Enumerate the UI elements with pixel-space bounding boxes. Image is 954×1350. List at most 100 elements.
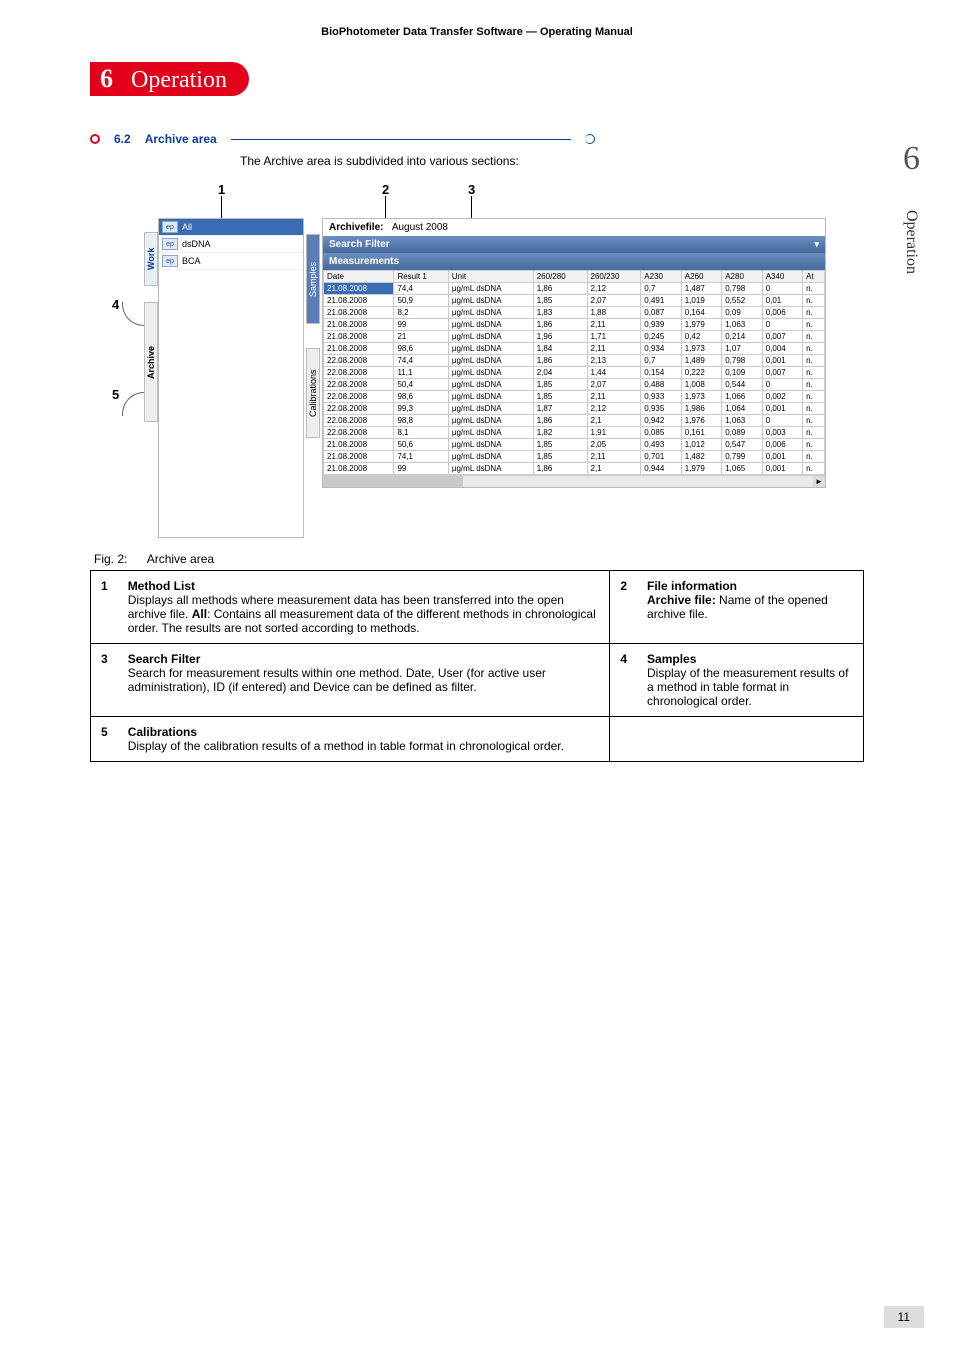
table-cell: 0,245 — [641, 331, 681, 343]
table-row[interactable]: 22.08.200899,3µg/mL dsDNA1,872,120,9351,… — [324, 403, 825, 415]
section-title: Archive area — [145, 132, 217, 146]
table-row[interactable]: 22.08.200898,6µg/mL dsDNA1,852,110,9331,… — [324, 391, 825, 403]
legend-bold: All — [192, 607, 207, 621]
vtab-archive[interactable]: Archive — [144, 302, 158, 422]
table-cell: n. — [803, 319, 825, 331]
table-row[interactable]: 21.08.200899µg/mL dsDNA1,862,110,9391,97… — [324, 319, 825, 331]
table-cell: 1,85 — [533, 379, 587, 391]
table-cell: µg/mL dsDNA — [448, 343, 533, 355]
table-row[interactable]: 22.08.200898,8µg/mL dsDNA1,862,10,9421,9… — [324, 415, 825, 427]
table-cell: 0,109 — [722, 367, 762, 379]
table-cell: 22.08.2008 — [324, 379, 394, 391]
table-cell: 1,019 — [681, 295, 721, 307]
table-row[interactable]: 21.08.200850,9µg/mL dsDNA1,852,070,4911,… — [324, 295, 825, 307]
table-cell: 0,7 — [641, 355, 681, 367]
scrollbar-horizontal[interactable]: ◄ ► — [323, 475, 825, 487]
legend-num: 1 — [91, 571, 118, 644]
table-row[interactable]: 21.08.200821µg/mL dsDNA1,961,710,2450,42… — [324, 331, 825, 343]
table-cell: n. — [803, 331, 825, 343]
table-cell: 2,12 — [587, 283, 641, 295]
measurements-table[interactable]: DateResult 1Unit260/280260/230A230A260A2… — [323, 270, 825, 475]
table-cell: 0,004 — [762, 343, 802, 355]
legend-num: 5 — [91, 717, 118, 762]
method-item-all[interactable]: ep All — [159, 219, 303, 236]
table-cell: µg/mL dsDNA — [448, 391, 533, 403]
table-header[interactable]: Unit — [448, 271, 533, 283]
chevron-down-icon[interactable]: ▾ — [814, 239, 819, 250]
table-cell: 2,05 — [587, 439, 641, 451]
table-header[interactable]: A280 — [722, 271, 762, 283]
table-cell: 99,3 — [394, 403, 448, 415]
scroll-right-icon[interactable]: ► — [813, 476, 825, 487]
measurements-header: Measurements — [323, 253, 825, 270]
table-cell: n. — [803, 439, 825, 451]
scroll-thumb[interactable] — [323, 476, 463, 487]
table-cell: n. — [803, 343, 825, 355]
table-cell: 50,9 — [394, 295, 448, 307]
table-cell: 21.08.2008 — [324, 331, 394, 343]
table-cell: 0,933 — [641, 391, 681, 403]
legend-title: Search Filter — [128, 652, 201, 666]
table-row[interactable]: 22.08.20088,1µg/mL dsDNA1,821,910,0850,1… — [324, 427, 825, 439]
table-cell: 2,07 — [587, 295, 641, 307]
method-item-dsdna[interactable]: ep dsDNA — [159, 236, 303, 253]
table-header[interactable]: Date — [324, 271, 394, 283]
table-cell: 1,85 — [533, 451, 587, 463]
table-cell: n. — [803, 295, 825, 307]
table-cell: 0,7 — [641, 283, 681, 295]
method-item-bca[interactable]: ep BCA — [159, 253, 303, 270]
table-cell: 21.08.2008 — [324, 319, 394, 331]
table-row[interactable]: 21.08.200874,4µg/mL dsDNA1,862,120,71,48… — [324, 283, 825, 295]
table-row[interactable]: 21.08.200899µg/mL dsDNA1,862,10,9441,979… — [324, 463, 825, 475]
table-row[interactable]: 22.08.200811,1µg/mL dsDNA2,041,440,1540,… — [324, 367, 825, 379]
table-cell: µg/mL dsDNA — [448, 367, 533, 379]
table-cell: 0,007 — [762, 331, 802, 343]
table-cell: 1,065 — [722, 463, 762, 475]
table-cell: 0,547 — [722, 439, 762, 451]
table-row[interactable]: 21.08.200874,1µg/mL dsDNA1,852,110,7011,… — [324, 451, 825, 463]
table-row[interactable]: 22.08.200874,4µg/mL dsDNA1,862,130,71,48… — [324, 355, 825, 367]
table-row[interactable]: 21.08.20088,2µg/mL dsDNA1,831,880,0870,1… — [324, 307, 825, 319]
ep-icon: ep — [162, 221, 178, 233]
table-cell: 0,161 — [681, 427, 721, 439]
table-cell: 2,04 — [533, 367, 587, 379]
table-cell: 21.08.2008 — [324, 307, 394, 319]
table-cell: n. — [803, 379, 825, 391]
table-cell: 1,87 — [533, 403, 587, 415]
table-header[interactable]: A340 — [762, 271, 802, 283]
figure-caption-text: Archive area — [147, 552, 214, 566]
table-cell: 1,008 — [681, 379, 721, 391]
table-cell: 0 — [762, 415, 802, 427]
table-cell: 1,487 — [681, 283, 721, 295]
table-cell: 0,493 — [641, 439, 681, 451]
table-row[interactable]: 21.08.200898,6µg/mL dsDNA1,842,110,9341,… — [324, 343, 825, 355]
table-cell: 98,8 — [394, 415, 448, 427]
search-filter-bar[interactable]: Search Filter ▾ — [323, 236, 825, 253]
table-cell: 0,002 — [762, 391, 802, 403]
table-cell: µg/mL dsDNA — [448, 415, 533, 427]
table-cell: 0,799 — [722, 451, 762, 463]
table-cell: 0,003 — [762, 427, 802, 439]
callout-line — [221, 196, 222, 218]
chapter-side-number: 6 — [903, 140, 920, 178]
legend-table: 1 Method List Displays all methods where… — [90, 570, 864, 762]
vtab-work[interactable]: Work — [144, 232, 158, 286]
table-cell: 0,001 — [762, 451, 802, 463]
table-cell: µg/mL dsDNA — [448, 283, 533, 295]
table-row[interactable]: 22.08.200850,4µg/mL dsDNA1,852,070,4881,… — [324, 379, 825, 391]
table-header[interactable]: A230 — [641, 271, 681, 283]
table-cell: 0,164 — [681, 307, 721, 319]
table-cell: µg/mL dsDNA — [448, 355, 533, 367]
table-header[interactable]: Result 1 — [394, 271, 448, 283]
table-header[interactable]: 260/280 — [533, 271, 587, 283]
table-header[interactable]: 260/230 — [587, 271, 641, 283]
vtab-calibrations[interactable]: Calibrations — [306, 348, 320, 438]
table-header[interactable]: At — [803, 271, 825, 283]
table-header[interactable]: A260 — [681, 271, 721, 283]
table-cell: 0,42 — [681, 331, 721, 343]
table-cell: 1,85 — [533, 391, 587, 403]
table-cell: 0,007 — [762, 367, 802, 379]
table-row[interactable]: 21.08.200850,6µg/mL dsDNA1,852,050,4931,… — [324, 439, 825, 451]
vtab-samples[interactable]: Samples — [306, 234, 320, 324]
legend-empty — [637, 717, 863, 762]
